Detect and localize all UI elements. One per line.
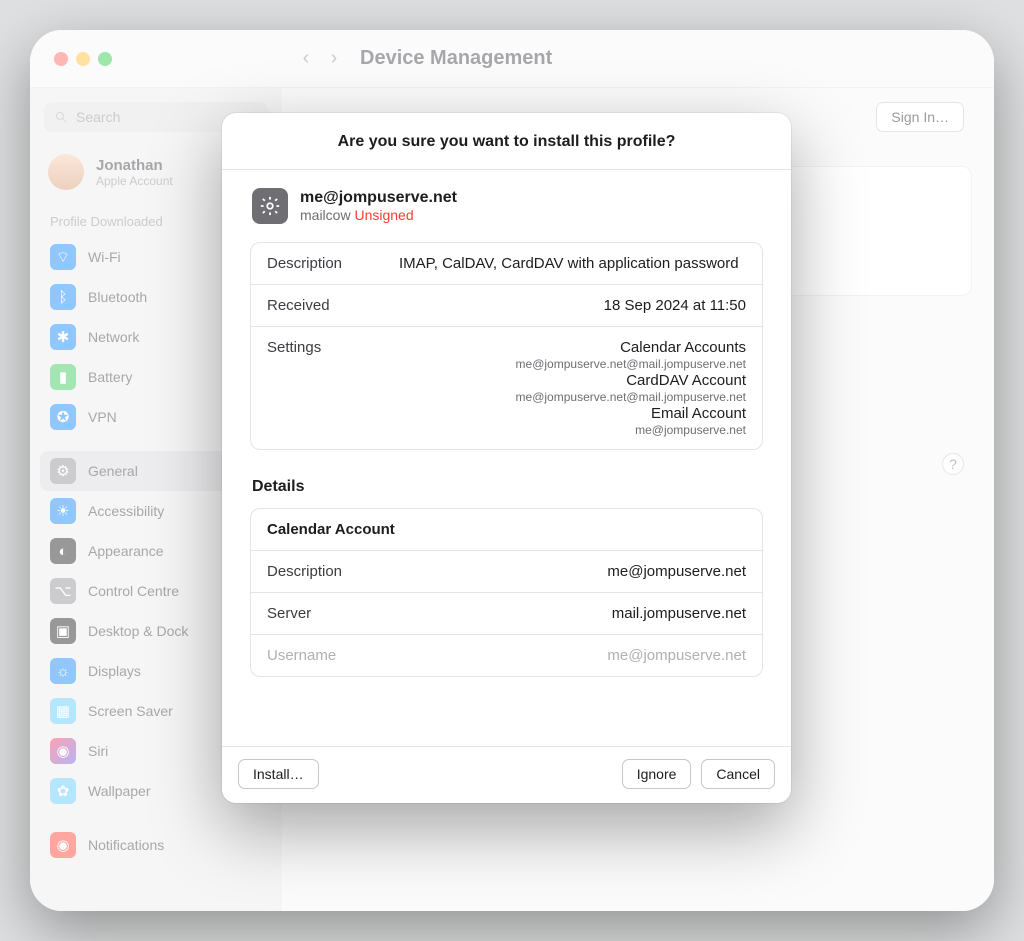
details-card: Calendar Account Description me@jompuser… (250, 508, 763, 677)
value-received: 18 Sep 2024 at 11:50 (399, 297, 746, 314)
row-settings: Settings Calendar Accounts me@jompuserve… (251, 326, 762, 449)
details-card-title: Calendar Account (251, 509, 762, 551)
profile-status: Unsigned (354, 207, 413, 223)
row-received: Received 18 Sep 2024 at 11:50 (251, 284, 762, 326)
modal-title: Are you sure you want to install this pr… (222, 113, 791, 170)
detail-value: me@jompuserve.net (399, 563, 746, 580)
modal-button-bar: Install… Ignore Cancel (222, 746, 791, 803)
detail-label: Description (267, 563, 385, 580)
profile-name: me@jompuserve.net (300, 189, 457, 207)
setting-main: Calendar Accounts (399, 339, 746, 356)
setting-main: Email Account (399, 405, 746, 422)
modal-body: me@jompuserve.net mailcow Unsigned Descr… (222, 170, 791, 746)
value-settings: Calendar Accounts me@jompuserve.net@mail… (399, 339, 746, 437)
install-profile-modal: Are you sure you want to install this pr… (222, 113, 791, 803)
profile-source: mailcow (300, 207, 351, 223)
label-received: Received (267, 297, 385, 314)
detail-value: mail.jompuserve.net (399, 605, 746, 622)
profile-gear-icon (252, 188, 288, 224)
setting-main: CardDAV Account (399, 372, 746, 389)
cancel-button[interactable]: Cancel (701, 759, 775, 789)
setting-sub: me@jompuserve.net@mail.jompuserve.net (399, 390, 746, 404)
detail-label: Server (267, 605, 385, 622)
label-settings: Settings (267, 339, 385, 437)
detail-row-description: Description me@jompuserve.net (251, 551, 762, 592)
detail-value: me@jompuserve.net (399, 647, 746, 664)
profile-info-card: Description IMAP, CalDAV, CardDAV with a… (250, 242, 763, 450)
ignore-button[interactable]: Ignore (622, 759, 692, 789)
detail-row-server: Server mail.jompuserve.net (251, 592, 762, 634)
detail-label: Username (267, 647, 385, 664)
install-button[interactable]: Install… (238, 759, 319, 789)
setting-sub: me@jompuserve.net@mail.jompuserve.net (399, 357, 746, 371)
row-description: Description IMAP, CalDAV, CardDAV with a… (251, 243, 762, 284)
profile-subline: mailcow Unsigned (300, 207, 457, 223)
details-title: Details (250, 464, 763, 508)
label-description: Description (267, 255, 385, 272)
profile-header: me@jompuserve.net mailcow Unsigned (250, 188, 763, 224)
setting-sub: me@jompuserve.net (399, 423, 746, 437)
value-description: IMAP, CalDAV, CardDAV with application p… (399, 255, 746, 272)
detail-row-username: Username me@jompuserve.net (251, 634, 762, 676)
